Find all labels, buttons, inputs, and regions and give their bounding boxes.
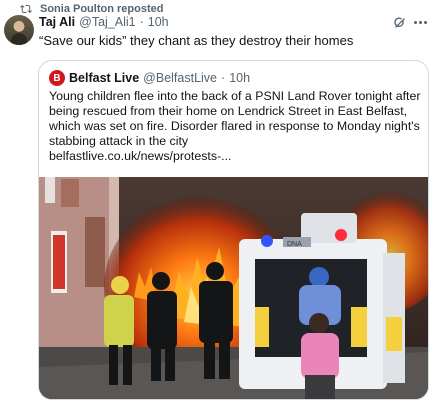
grok-icon[interactable] <box>393 16 407 30</box>
quote-text: Young children flee into the back of a P… <box>49 89 421 148</box>
more-dot <box>413 20 417 24</box>
repost-label[interactable]: Sonia Poulton reposted <box>40 3 163 15</box>
separator-dot: · <box>139 15 144 29</box>
quoted-post[interactable]: B Belfast Live @BelfastLive · 10h Young … <box>38 60 429 400</box>
repost-icon <box>20 4 32 14</box>
quote-author-name[interactable]: Belfast Live <box>69 71 139 85</box>
author-name[interactable]: Taj Ali <box>39 15 75 29</box>
quote-separator-dot: · <box>221 71 226 85</box>
quote-author-handle[interactable]: @BelfastLive <box>143 71 217 85</box>
author-handle[interactable]: @Taj_Ali1 <box>79 15 135 29</box>
post-image[interactable]: DNA <box>39 177 428 399</box>
van-label: DNA <box>287 241 302 248</box>
quote-header: B Belfast Live @BelfastLive · 10h <box>49 70 250 86</box>
quote-link[interactable]: belfastlive.co.uk/news/protests-... <box>49 149 232 163</box>
more-dot <box>423 20 427 24</box>
repost-indicator: Sonia Poulton reposted <box>20 2 163 16</box>
riot-scene-image: DNA <box>39 177 428 399</box>
quote-time[interactable]: 10h <box>229 71 250 85</box>
more-dot <box>418 20 422 24</box>
more-icon[interactable] <box>411 15 429 29</box>
post-time[interactable]: 10h <box>148 15 169 29</box>
post-header: Taj Ali @Taj_Ali1 · 10h <box>39 15 169 29</box>
avatar[interactable] <box>4 15 34 45</box>
post-text: “Save our kids” they chant as they destr… <box>39 33 354 48</box>
belfast-live-logo: B <box>49 70 65 86</box>
